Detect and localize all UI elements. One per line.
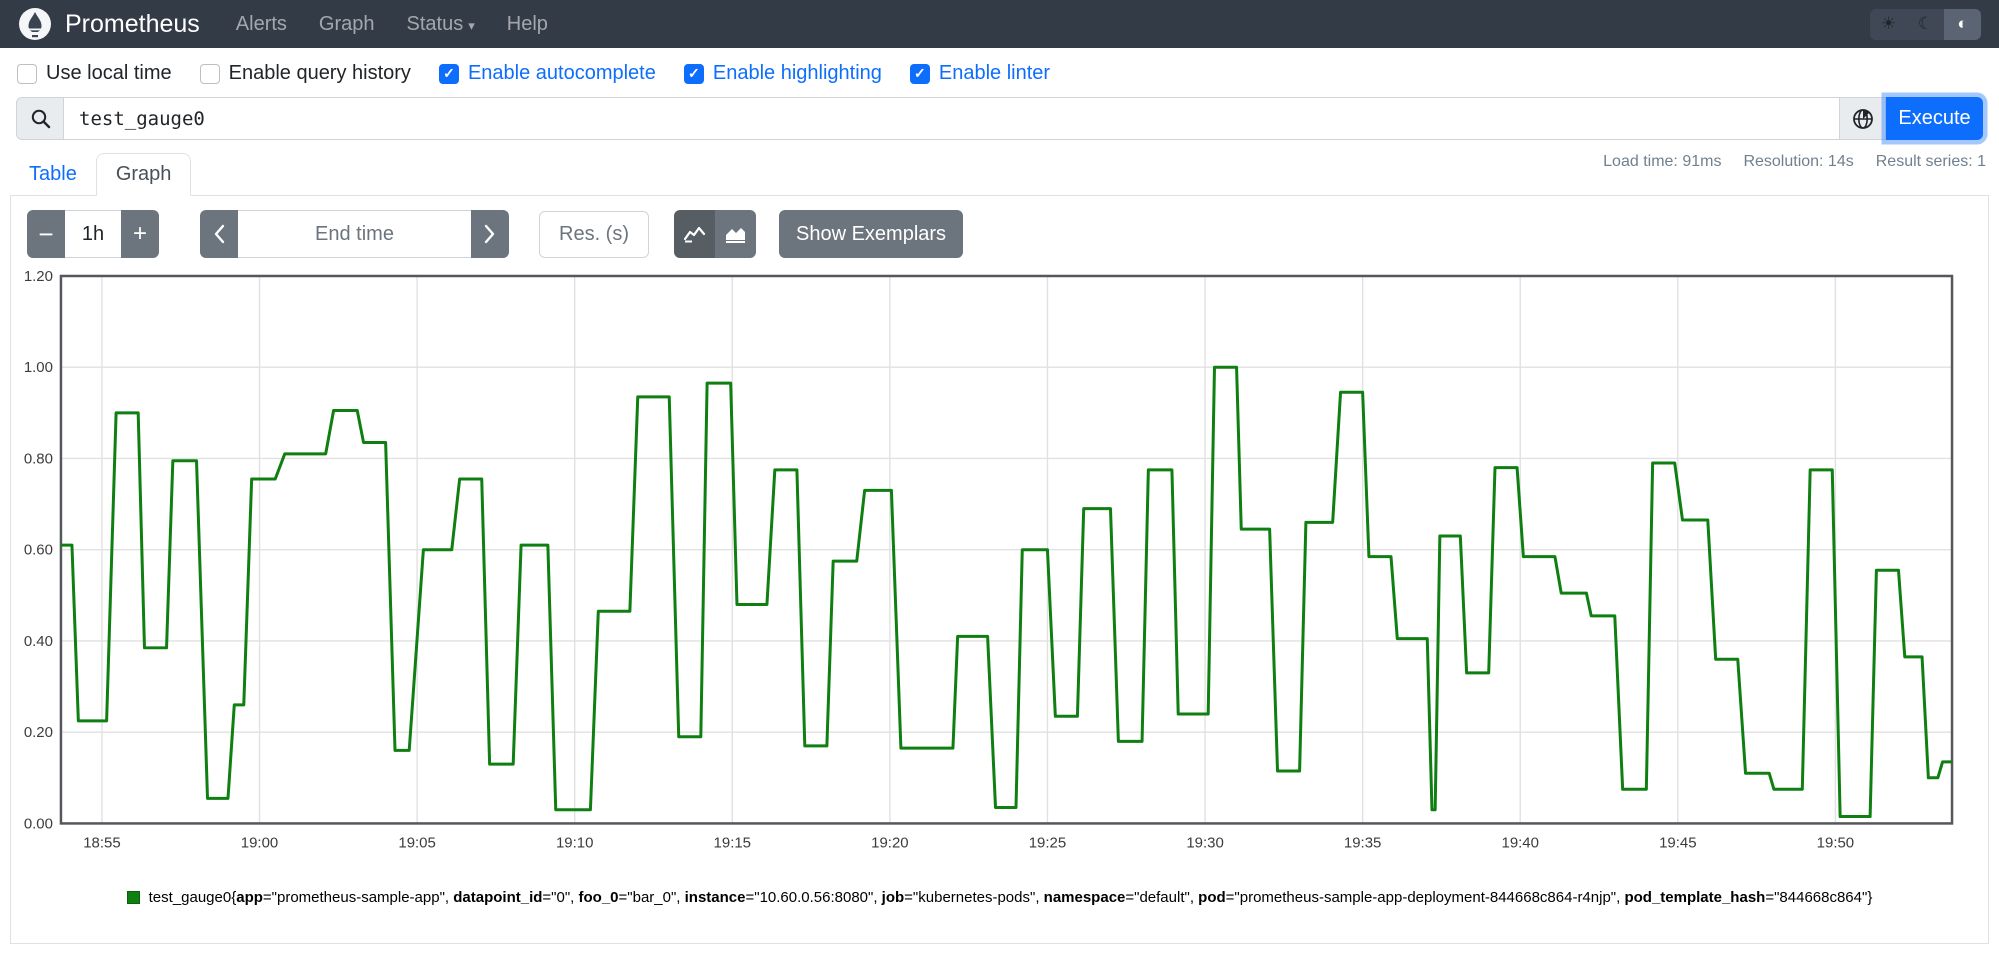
half-circle-icon: ◐: [1957, 14, 1968, 33]
moon-icon: ☾: [1917, 14, 1934, 33]
checkbox-icon[interactable]: ✓: [683, 63, 704, 84]
theme-toggle-group: ☀ ☾ ◐: [1870, 8, 1981, 40]
options-row: Use local time Enable query history ✓ Ena…: [0, 48, 1999, 97]
query-bar: Execute: [16, 97, 1983, 140]
enable-linter-checkbox[interactable]: ✓ Enable linter: [909, 62, 1050, 85]
svg-text:0.40: 0.40: [24, 633, 53, 650]
svg-text:19:05: 19:05: [398, 834, 435, 851]
nav-item-graph[interactable]: Graph: [319, 13, 375, 36]
graph-toolbar: − + Show Exemplars: [11, 210, 1988, 260]
checkbox-icon[interactable]: [17, 63, 37, 84]
checkbox-icon[interactable]: [199, 63, 220, 84]
decrease-range-button[interactable]: −: [27, 210, 65, 258]
svg-text:0.60: 0.60: [24, 542, 53, 559]
range-input[interactable]: [65, 210, 121, 258]
load-time: Load time: 91ms: [1603, 153, 1722, 170]
end-time-input[interactable]: [238, 210, 471, 258]
query-expression-input[interactable]: [64, 97, 1839, 140]
tabs-row: Table Graph Load time: 91ms Resolution: …: [10, 153, 1989, 196]
nav-item-help[interactable]: Help: [507, 13, 548, 36]
nav-item-status[interactable]: Status ▾: [407, 13, 475, 36]
svg-text:19:30: 19:30: [1186, 834, 1223, 851]
stacked-chart-button[interactable]: [715, 210, 756, 258]
increase-range-button[interactable]: +: [121, 210, 159, 258]
chart-area[interactable]: 0.00 0.20 0.40 0.60 0.80 1.00 1.20 18:55 19:00 19…: [11, 268, 1988, 867]
graph-panel: − + Show Exemplars 0.00 0.20 0.40 0.60 0.80 1…: [10, 196, 1989, 944]
query-stats: Load time: 91ms Resolution: 14s Result s…: [1603, 153, 1986, 171]
svg-text:19:35: 19:35: [1344, 834, 1381, 851]
chevron-left-icon: [214, 224, 225, 244]
shift-back-button[interactable]: [200, 210, 238, 258]
nav-item-alerts[interactable]: Alerts: [236, 13, 287, 36]
tab-table[interactable]: Table: [10, 154, 96, 195]
search-addon: [16, 97, 64, 140]
svg-text:0.20: 0.20: [24, 724, 53, 741]
chevron-right-icon: [484, 224, 495, 244]
series-label: test_gauge0{app="prometheus-sample-app",…: [148, 889, 1873, 907]
metrics-explorer-addon[interactable]: [1839, 97, 1886, 140]
svg-text:0.80: 0.80: [24, 450, 53, 467]
prometheus-logo-icon: [19, 8, 51, 40]
enable-query-history-checkbox[interactable]: Enable query history: [199, 62, 411, 85]
line-chart-icon: [683, 226, 706, 242]
checkbox-icon[interactable]: ✓: [438, 63, 459, 84]
theme-dark-button[interactable]: ☾: [1907, 8, 1944, 40]
theme-auto-button[interactable]: ◐: [1944, 8, 1981, 40]
svg-text:1.00: 1.00: [24, 359, 53, 376]
stacked-chart-icon: [726, 227, 745, 243]
show-exemplars-button[interactable]: Show Exemplars: [779, 210, 964, 258]
nav-links: Alerts Graph Status ▾ Help: [236, 13, 548, 36]
resolution-input[interactable]: [539, 210, 649, 258]
enable-highlighting-checkbox[interactable]: ✓ Enable highlighting: [683, 62, 882, 85]
svg-text:19:25: 19:25: [1029, 834, 1066, 851]
svg-text:19:40: 19:40: [1502, 834, 1539, 851]
svg-text:19:15: 19:15: [714, 834, 751, 851]
svg-text:19:00: 19:00: [241, 834, 278, 851]
svg-text:0.00: 0.00: [24, 815, 53, 832]
brand-title: Prometheus: [65, 9, 200, 38]
globe-icon: [1852, 108, 1873, 129]
end-time-group: [200, 210, 509, 258]
svg-text:19:20: 19:20: [871, 834, 908, 851]
time-series-chart[interactable]: 0.00 0.20 0.40 0.60 0.80 1.00 1.20 18:55 19:00 19…: [11, 268, 1988, 867]
result-series: Result series: 1: [1875, 153, 1986, 170]
sun-icon: ☀: [1880, 14, 1897, 33]
checkbox-icon[interactable]: ✓: [909, 63, 930, 84]
svg-text:19:10: 19:10: [556, 834, 593, 851]
execute-button[interactable]: Execute: [1886, 97, 1983, 140]
use-local-time-checkbox[interactable]: Use local time: [17, 62, 172, 85]
svg-text:18:55: 18:55: [83, 834, 120, 851]
chevron-down-icon: ▾: [468, 17, 475, 33]
svg-text:19:50: 19:50: [1817, 834, 1854, 851]
tab-graph[interactable]: Graph: [95, 153, 192, 196]
svg-text:19:45: 19:45: [1659, 834, 1696, 851]
theme-light-button[interactable]: ☀: [1870, 8, 1907, 40]
svg-text:1.20: 1.20: [24, 268, 53, 285]
resolution: Resolution: 14s: [1743, 153, 1854, 170]
series-swatch-icon: [126, 891, 140, 905]
chart-type-toggle: [674, 210, 756, 258]
search-icon: [31, 109, 50, 129]
chart-legend[interactable]: test_gauge0{app="prometheus-sample-app",…: [11, 889, 1988, 906]
line-chart-button[interactable]: [674, 210, 715, 258]
shift-forward-button[interactable]: [471, 210, 509, 258]
prometheus-brand[interactable]: Prometheus: [18, 7, 200, 41]
enable-autocomplete-checkbox[interactable]: ✓ Enable autocomplete: [438, 62, 656, 85]
navbar: Prometheus Alerts Graph Status ▾ Help ☀ ☾…: [0, 0, 1999, 48]
